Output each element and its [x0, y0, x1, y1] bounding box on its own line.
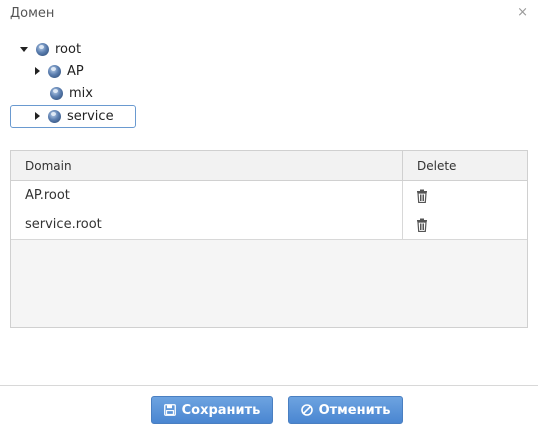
globe-icon: [48, 64, 61, 78]
tree-node-service[interactable]: service: [33, 105, 114, 127]
globe-icon: [36, 42, 49, 56]
cancel-button-label: Отменить: [318, 402, 391, 418]
save-button-label: Сохранить: [181, 402, 261, 418]
ban-icon: [300, 404, 313, 416]
trash-icon[interactable]: [416, 218, 428, 232]
floppy-disk-icon: [163, 404, 176, 416]
globe-icon: [48, 109, 61, 123]
tree-node-ap[interactable]: AP: [33, 60, 84, 82]
column-divider: [402, 210, 403, 239]
tree-node-mix[interactable]: mix: [50, 82, 93, 104]
tree-node-label: AP: [67, 63, 84, 79]
column-divider: [402, 151, 403, 180]
caret-right-icon[interactable]: [35, 112, 40, 120]
column-header-delete[interactable]: Delete: [417, 159, 456, 173]
table-row[interactable]: AP.root: [11, 181, 527, 211]
dialog-title: Домен: [10, 6, 55, 21]
footer-divider: [0, 385, 538, 386]
caret-right-icon[interactable]: [35, 67, 40, 75]
table-row[interactable]: service.root: [11, 210, 527, 240]
domain-cell: AP.root: [25, 188, 70, 203]
column-header-domain[interactable]: Domain: [25, 159, 72, 173]
cancel-button[interactable]: Отменить: [288, 396, 403, 424]
domain-cell: service.root: [25, 217, 102, 232]
close-icon[interactable]: ×: [517, 5, 528, 20]
domain-table: Domain Delete AP.root service.root: [10, 150, 528, 328]
tree-node-label: mix: [69, 85, 93, 101]
table-header: Domain Delete: [11, 151, 527, 181]
save-button[interactable]: Сохранить: [151, 396, 273, 424]
tree-node-label: service: [67, 108, 114, 124]
caret-down-icon[interactable]: [20, 46, 28, 52]
column-divider: [402, 181, 403, 210]
trash-icon[interactable]: [416, 189, 428, 203]
tree-node-root[interactable]: root: [19, 38, 81, 60]
globe-icon: [50, 86, 63, 100]
tree-node-label: root: [55, 41, 82, 57]
domain-dialog: Домен × root AP mix service Domain Delet…: [0, 0, 538, 432]
